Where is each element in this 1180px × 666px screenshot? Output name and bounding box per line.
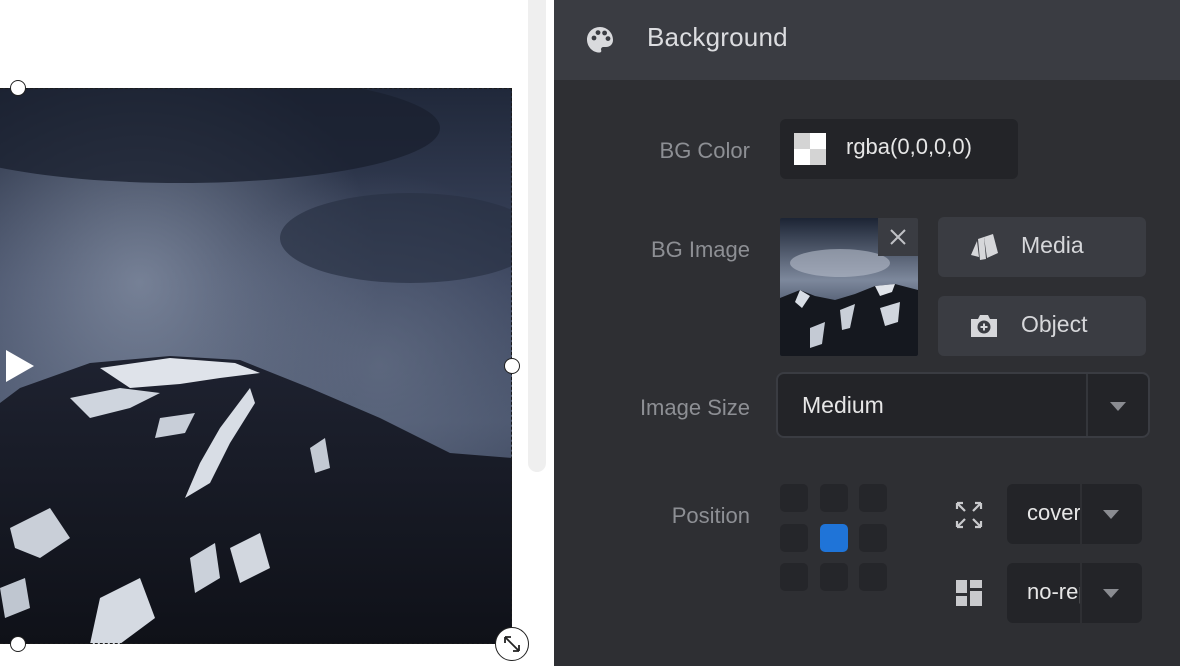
bg-image-label: BG Image: [650, 237, 750, 262]
position-center-center[interactable]: [820, 524, 848, 552]
position-bottom-center[interactable]: [820, 563, 848, 591]
object-button[interactable]: Object: [938, 296, 1146, 356]
transparent-swatch-icon[interactable]: [794, 133, 826, 165]
mountain-storm-image: [0, 88, 512, 644]
resize-handle-top-left[interactable]: [10, 80, 26, 96]
remove-image-button[interactable]: [878, 218, 918, 256]
position-bottom-right[interactable]: [859, 563, 887, 591]
close-icon: [890, 229, 906, 245]
position-top-center[interactable]: [820, 484, 848, 512]
image-layer[interactable]: [0, 88, 512, 644]
image-size-label: Image Size: [639, 395, 750, 420]
position-bottom-left[interactable]: [780, 563, 808, 591]
bg-color-field[interactable]: rgba(0,0,0,0): [780, 119, 1018, 179]
select-divider: [1080, 563, 1082, 623]
image-size-select[interactable]: Medium: [776, 372, 1150, 438]
palette-icon: [587, 27, 613, 53]
resize-corner-icon[interactable]: [495, 627, 529, 661]
chevron-down-icon[interactable]: [1103, 510, 1119, 519]
media-button[interactable]: Media: [938, 217, 1146, 277]
resize-handle-bottom-left[interactable]: [10, 636, 26, 652]
panel-header: Background: [554, 0, 1180, 80]
chevron-down-icon[interactable]: [1103, 589, 1119, 598]
position-center-left[interactable]: [780, 524, 808, 552]
position-top-right[interactable]: [859, 484, 887, 512]
image-size-value: Medium: [802, 392, 884, 418]
bg-repeat-select[interactable]: no-repeat: [1007, 563, 1142, 623]
object-button-label: Object: [1021, 311, 1088, 337]
bg-color-label: BG Color: [659, 138, 750, 163]
layout-tiles-icon: [956, 580, 982, 606]
resize-handle-right[interactable]: [504, 358, 520, 374]
bg-size-select[interactable]: cover: [1007, 484, 1142, 544]
panel-title: Background: [647, 22, 788, 52]
position-label: Position: [671, 503, 750, 528]
select-divider: [1086, 374, 1088, 436]
select-divider: [1080, 484, 1082, 544]
position-center-right[interactable]: [859, 524, 887, 552]
camera-plus-icon: [971, 315, 997, 337]
bg-image-thumbnail[interactable]: [780, 218, 918, 356]
background-settings-panel: Background BG Color rgba(0,0,0,0) BG Ima…: [554, 0, 1180, 666]
bg-color-value[interactable]: rgba(0,0,0,0): [846, 134, 986, 160]
chevron-down-icon[interactable]: [1110, 402, 1126, 411]
play-icon[interactable]: [4, 348, 36, 384]
bg-repeat-value: no-repeat: [1027, 579, 1082, 604]
position-top-left[interactable]: [780, 484, 808, 512]
media-button-label: Media: [1021, 232, 1084, 258]
media-cards-icon: [971, 234, 998, 260]
canvas-scrollbar[interactable]: [528, 0, 546, 472]
bg-size-value: cover: [1027, 500, 1081, 525]
editor-canvas: [0, 0, 554, 666]
fit-expand-icon: [955, 501, 983, 529]
